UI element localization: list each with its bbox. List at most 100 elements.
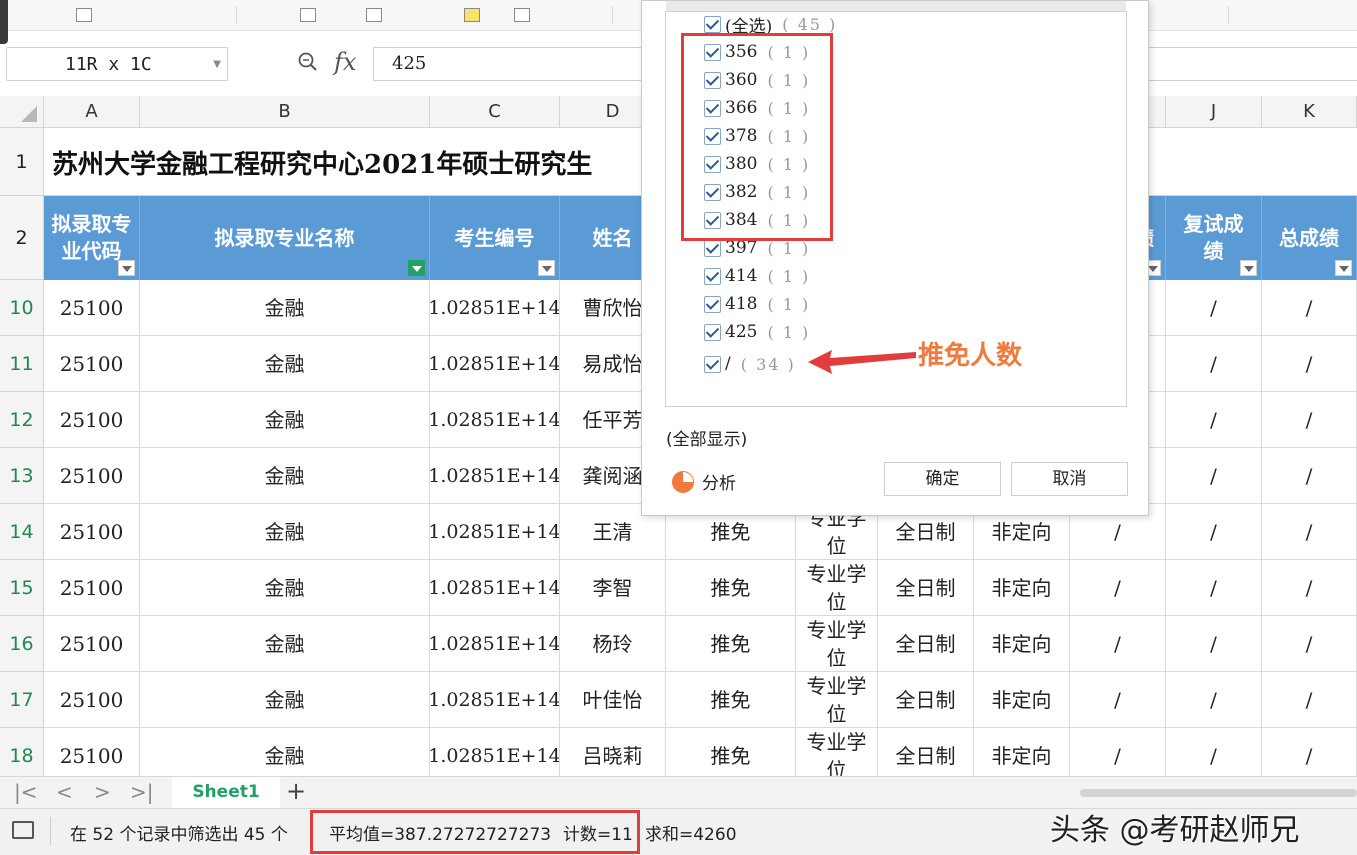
header-major-code[interactable]: 拟录取专业代码 [44, 196, 140, 280]
filter-option[interactable]: 414 ( 1 ) [704, 264, 810, 288]
checkbox-checked-icon[interactable] [704, 295, 721, 313]
filter-dropdown-button[interactable] [118, 260, 135, 276]
fx-icon[interactable]: fx [334, 48, 356, 76]
table-cell[interactable]: 金融 [140, 672, 430, 728]
prev-sheet-icon[interactable]: < [56, 780, 73, 804]
table-cell[interactable]: / [1262, 392, 1357, 448]
checkbox-checked-icon[interactable] [704, 267, 721, 285]
table-cell[interactable]: / [1166, 336, 1262, 392]
table-cell[interactable]: 1.02851E+14 [430, 672, 560, 728]
table-cell[interactable]: / [1166, 280, 1262, 336]
filter-dropdown-button[interactable] [1335, 260, 1352, 276]
column-header-b[interactable]: B [140, 96, 430, 128]
toolbar-icon[interactable] [514, 8, 530, 22]
table-cell[interactable]: / [1262, 560, 1357, 616]
table-cell[interactable]: / [1262, 448, 1357, 504]
filter-dropdown-button[interactable] [538, 260, 555, 276]
column-header-k[interactable]: K [1262, 96, 1357, 128]
row-header[interactable]: 1 [0, 128, 44, 196]
filter-option[interactable]: / ( 34 ) [704, 352, 796, 376]
row-header[interactable]: 14 [0, 504, 44, 560]
horizontal-scrollbar[interactable] [1080, 789, 1357, 797]
row-header[interactable]: 10 [0, 280, 44, 336]
table-cell[interactable]: / [1166, 560, 1262, 616]
next-sheet-icon[interactable]: > [94, 780, 111, 804]
table-cell[interactable]: 专业学位 [796, 616, 878, 672]
table-cell[interactable]: 1.02851E+14 [430, 616, 560, 672]
table-cell[interactable]: 非定向 [974, 672, 1070, 728]
name-box[interactable]: 11R x 1C ▼ [6, 47, 228, 81]
add-sheet-icon[interactable]: + [286, 777, 306, 805]
table-cell[interactable]: 专业学位 [796, 560, 878, 616]
table-cell[interactable]: 金融 [140, 392, 430, 448]
table-cell[interactable]: 1.02851E+14 [430, 336, 560, 392]
table-cell[interactable]: 金融 [140, 448, 430, 504]
header-major-name[interactable]: 拟录取专业名称 [140, 196, 430, 280]
sum-value[interactable]: 求和=4260 [645, 820, 737, 845]
macro-record-icon[interactable] [12, 821, 34, 839]
table-cell[interactable]: 全日制 [878, 560, 974, 616]
table-cell[interactable]: / [1070, 672, 1166, 728]
table-cell[interactable]: / [1262, 504, 1357, 560]
table-cell[interactable]: / [1070, 560, 1166, 616]
table-cell[interactable]: 25100 [44, 448, 140, 504]
table-cell[interactable]: / [1262, 672, 1357, 728]
table-cell[interactable]: 金融 [140, 280, 430, 336]
row-header[interactable]: 17 [0, 672, 44, 728]
checkbox-checked-icon[interactable] [704, 15, 721, 33]
table-cell[interactable]: 25100 [44, 336, 140, 392]
select-all-corner[interactable] [0, 96, 44, 128]
table-cell[interactable]: 叶佳怡 [560, 672, 666, 728]
row-header[interactable]: 15 [0, 560, 44, 616]
table-cell[interactable]: 非定向 [974, 616, 1070, 672]
header-total-score[interactable]: 总成绩 [1262, 196, 1357, 280]
table-cell[interactable]: 全日制 [878, 672, 974, 728]
chevron-down-icon[interactable]: ▼ [213, 48, 221, 82]
table-cell[interactable]: / [1166, 392, 1262, 448]
table-cell[interactable]: / [1070, 616, 1166, 672]
table-cell[interactable]: 25100 [44, 616, 140, 672]
sheet-tab-sheet1[interactable]: Sheet1 [172, 777, 280, 808]
table-cell[interactable]: 1.02851E+14 [430, 448, 560, 504]
table-cell[interactable]: 25100 [44, 280, 140, 336]
checkbox-checked-icon[interactable] [704, 323, 721, 341]
table-cell[interactable]: / [1166, 448, 1262, 504]
toolbar-icon[interactable] [366, 8, 382, 22]
first-sheet-icon[interactable]: |< [14, 780, 38, 804]
last-sheet-icon[interactable]: >| [130, 780, 154, 804]
row-header[interactable]: 12 [0, 392, 44, 448]
highlight-icon[interactable] [464, 8, 480, 22]
filter-active-icon[interactable] [408, 260, 425, 276]
table-cell[interactable]: / [1262, 280, 1357, 336]
table-cell[interactable]: / [1166, 504, 1262, 560]
header-candidate-id[interactable]: 考生编号 [430, 196, 560, 280]
row-header[interactable]: 2 [0, 196, 44, 280]
table-cell[interactable]: 金融 [140, 616, 430, 672]
table-cell[interactable]: 推免 [666, 560, 796, 616]
table-cell[interactable]: 推免 [666, 672, 796, 728]
filter-option[interactable]: 418 ( 1 ) [704, 292, 810, 316]
table-cell[interactable]: 金融 [140, 336, 430, 392]
filter-option[interactable]: 425 ( 1 ) [704, 320, 810, 344]
table-cell[interactable]: 金融 [140, 560, 430, 616]
row-header[interactable]: 13 [0, 448, 44, 504]
column-header-j[interactable]: J [1166, 96, 1262, 128]
table-cell[interactable]: / [1166, 616, 1262, 672]
show-all-link[interactable]: (全部显示) [666, 425, 747, 450]
column-header-a[interactable]: A [44, 96, 140, 128]
row-header[interactable]: 16 [0, 616, 44, 672]
table-cell[interactable]: 1.02851E+14 [430, 504, 560, 560]
toolbar-icon[interactable] [300, 8, 316, 22]
table-cell[interactable]: / [1166, 672, 1262, 728]
table-cell[interactable]: 25100 [44, 504, 140, 560]
table-cell[interactable]: 金融 [140, 504, 430, 560]
table-cell[interactable]: 专业学位 [796, 672, 878, 728]
table-cell[interactable]: 1.02851E+14 [430, 280, 560, 336]
analysis-button[interactable]: 分析 [672, 469, 736, 494]
filter-dropdown-button[interactable] [1240, 260, 1257, 276]
table-cell[interactable]: 杨玲 [560, 616, 666, 672]
table-cell[interactable]: / [1262, 336, 1357, 392]
zoom-icon[interactable] [298, 52, 318, 72]
table-cell[interactable]: 25100 [44, 560, 140, 616]
toolbar-icon[interactable] [76, 8, 92, 22]
